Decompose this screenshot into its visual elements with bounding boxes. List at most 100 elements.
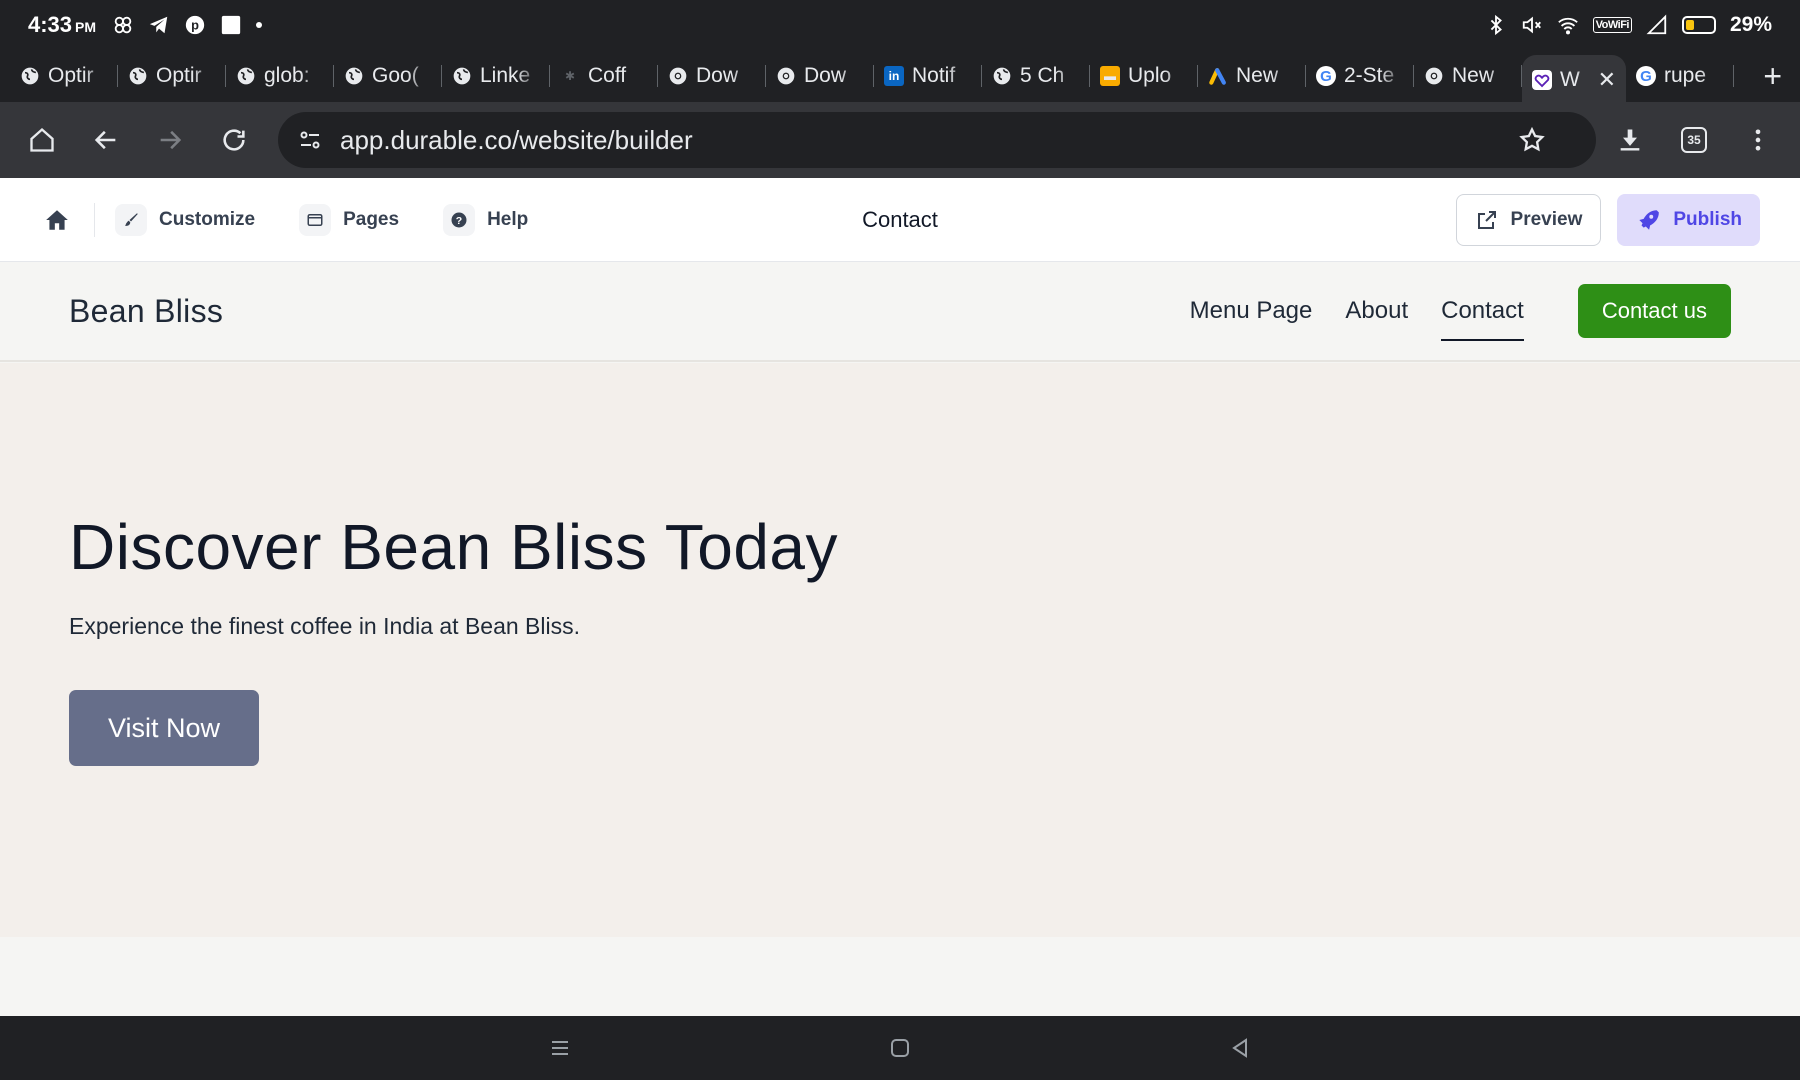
publish-button[interactable]: Publish: [1617, 193, 1760, 246]
svg-text:p: p: [191, 18, 199, 33]
builder-home-button[interactable]: [40, 203, 74, 237]
durable-icon: [1532, 70, 1552, 90]
browser-tab[interactable]: glob:: [226, 55, 334, 97]
globe-icon: [236, 66, 256, 86]
tab-title: Goo(: [372, 64, 419, 87]
forward-button[interactable]: [146, 116, 194, 164]
tab-title: 2-Ste: [1344, 64, 1395, 87]
tab-title: Uplo: [1128, 64, 1172, 87]
battery-percent: 29%: [1729, 13, 1772, 36]
browser-tab[interactable]: Dow: [658, 55, 766, 97]
tab-title: Linke: [480, 64, 531, 87]
tab-strip: Optir Optir glob: Goo( Linke ✱ Coff Dow Dow in Not…: [0, 50, 1800, 105]
mute-icon: [1521, 14, 1543, 36]
nav-link-about[interactable]: About: [1345, 289, 1408, 333]
tab-title: Dow: [696, 64, 739, 87]
current-page-title[interactable]: Contact: [862, 207, 938, 233]
signal-icon: [1646, 14, 1668, 36]
rocket-icon: [1635, 207, 1661, 233]
globe-icon: [128, 66, 148, 86]
back-button[interactable]: [82, 116, 130, 164]
tab-title: glob:: [264, 64, 310, 87]
home-nav-icon[interactable]: [886, 1034, 914, 1062]
tab-title: Coff: [588, 64, 627, 87]
chrome-icon: [1424, 66, 1444, 86]
browser-tab[interactable]: G 2-Ste: [1306, 55, 1414, 97]
google-ads-icon: [1208, 66, 1228, 86]
bookmark-star-icon[interactable]: [1518, 126, 1546, 154]
new-tab-button[interactable]: +: [1763, 58, 1782, 95]
address-bar[interactable]: app.durable.co/website/builder: [278, 112, 1596, 168]
browser-tab[interactable]: ▬ Uplo: [1090, 55, 1198, 97]
globe-icon: [344, 66, 364, 86]
external-link-icon: [1475, 208, 1499, 232]
tab-title: Notif: [912, 64, 956, 87]
status-time: 4:33 PM: [28, 12, 97, 37]
close-tab-icon[interactable]: ✕: [1598, 67, 1616, 93]
reload-button[interactable]: [210, 116, 258, 164]
browser-tab[interactable]: New: [1198, 55, 1306, 97]
download-icon[interactable]: [1606, 116, 1654, 164]
browser-tab[interactable]: 5 Ch: [982, 55, 1090, 97]
hero-subtitle[interactable]: Experience the finest coffee in India at…: [69, 613, 580, 640]
globe-icon: [20, 66, 40, 86]
tab-title: 5 Ch: [1020, 64, 1065, 87]
site-settings-icon[interactable]: [298, 128, 322, 152]
google-icon: G: [1316, 66, 1336, 86]
brush-icon: [115, 203, 147, 236]
hero-title[interactable]: Discover Bean Bliss Today: [69, 510, 838, 584]
question-icon: ?: [443, 203, 476, 236]
chrome-icon: [668, 66, 688, 86]
nav-link-menu-page[interactable]: Menu Page: [1190, 289, 1313, 333]
chrome-icon: [776, 66, 796, 86]
nav-link-contact[interactable]: Contact: [1441, 289, 1524, 341]
browser-tab[interactable]: in Notif: [874, 55, 982, 97]
preview-button[interactable]: Preview: [1455, 193, 1602, 246]
browser-toolbar: app.durable.co/website/builder 35: [0, 102, 1800, 178]
tab-title: Optir: [48, 64, 94, 87]
visit-now-button[interactable]: Visit Now: [69, 690, 259, 766]
bluetooth-icon: [1485, 14, 1507, 36]
browser-tab[interactable]: Optir: [118, 55, 226, 97]
help-button[interactable]: ? Help: [443, 203, 528, 236]
browser-tab[interactable]: Linke: [442, 55, 550, 97]
battery-icon: [1681, 16, 1716, 34]
home-button[interactable]: [18, 116, 66, 164]
hero-section: Discover Bean Bliss Today Experience the…: [0, 363, 1800, 937]
tab-title: Dow: [804, 64, 847, 87]
divider: [94, 202, 95, 237]
system-nav-bar: [0, 1016, 1800, 1080]
overflow-menu-icon[interactable]: [1734, 116, 1782, 164]
contact-us-button[interactable]: Contact us: [1577, 284, 1731, 338]
site-brand[interactable]: Bean Bliss: [69, 293, 223, 330]
back-nav-icon[interactable]: [1226, 1034, 1254, 1062]
tab-title: Optir: [156, 64, 202, 87]
tab-title: New: [1452, 64, 1495, 87]
app-notification-icon: [220, 14, 242, 36]
browser-tab[interactable]: Grupe: [1626, 55, 1734, 97]
tab-switcher-button[interactable]: 35: [1670, 116, 1718, 164]
more-notifications-dot: [256, 22, 263, 28]
browser-tab[interactable]: Goo(: [334, 55, 442, 97]
pages-button[interactable]: Pages: [299, 203, 399, 236]
telegram-icon: [148, 14, 170, 36]
globe-icon: [452, 66, 472, 86]
tab-title: W: [1560, 68, 1580, 91]
svg-text:?: ?: [456, 214, 462, 226]
url-text[interactable]: app.durable.co/website/builder: [340, 125, 1518, 156]
browser-tab[interactable]: Dow: [766, 55, 874, 97]
pinwheel-icon: [112, 14, 134, 36]
status-bar: 4:33 PM p VoWiFi 29%: [0, 0, 1800, 50]
tab-title: rupe: [1664, 64, 1707, 87]
customize-button[interactable]: Customize: [115, 203, 255, 236]
browser-tab[interactable]: New: [1414, 55, 1522, 97]
pinterest-icon: p: [184, 14, 206, 36]
recents-icon[interactable]: [546, 1034, 574, 1062]
globe-icon: [992, 66, 1012, 86]
upload-icon: ▬: [1100, 66, 1120, 86]
browser-tab[interactable]: ✱ Coff: [550, 55, 658, 97]
browser-tab[interactable]: Optir: [10, 55, 118, 97]
browser-tab[interactable]: W ✕: [1522, 55, 1626, 105]
site-navbar: Bean Bliss Menu Page About Contact Conta…: [0, 262, 1800, 362]
tab-title: New: [1236, 64, 1279, 87]
